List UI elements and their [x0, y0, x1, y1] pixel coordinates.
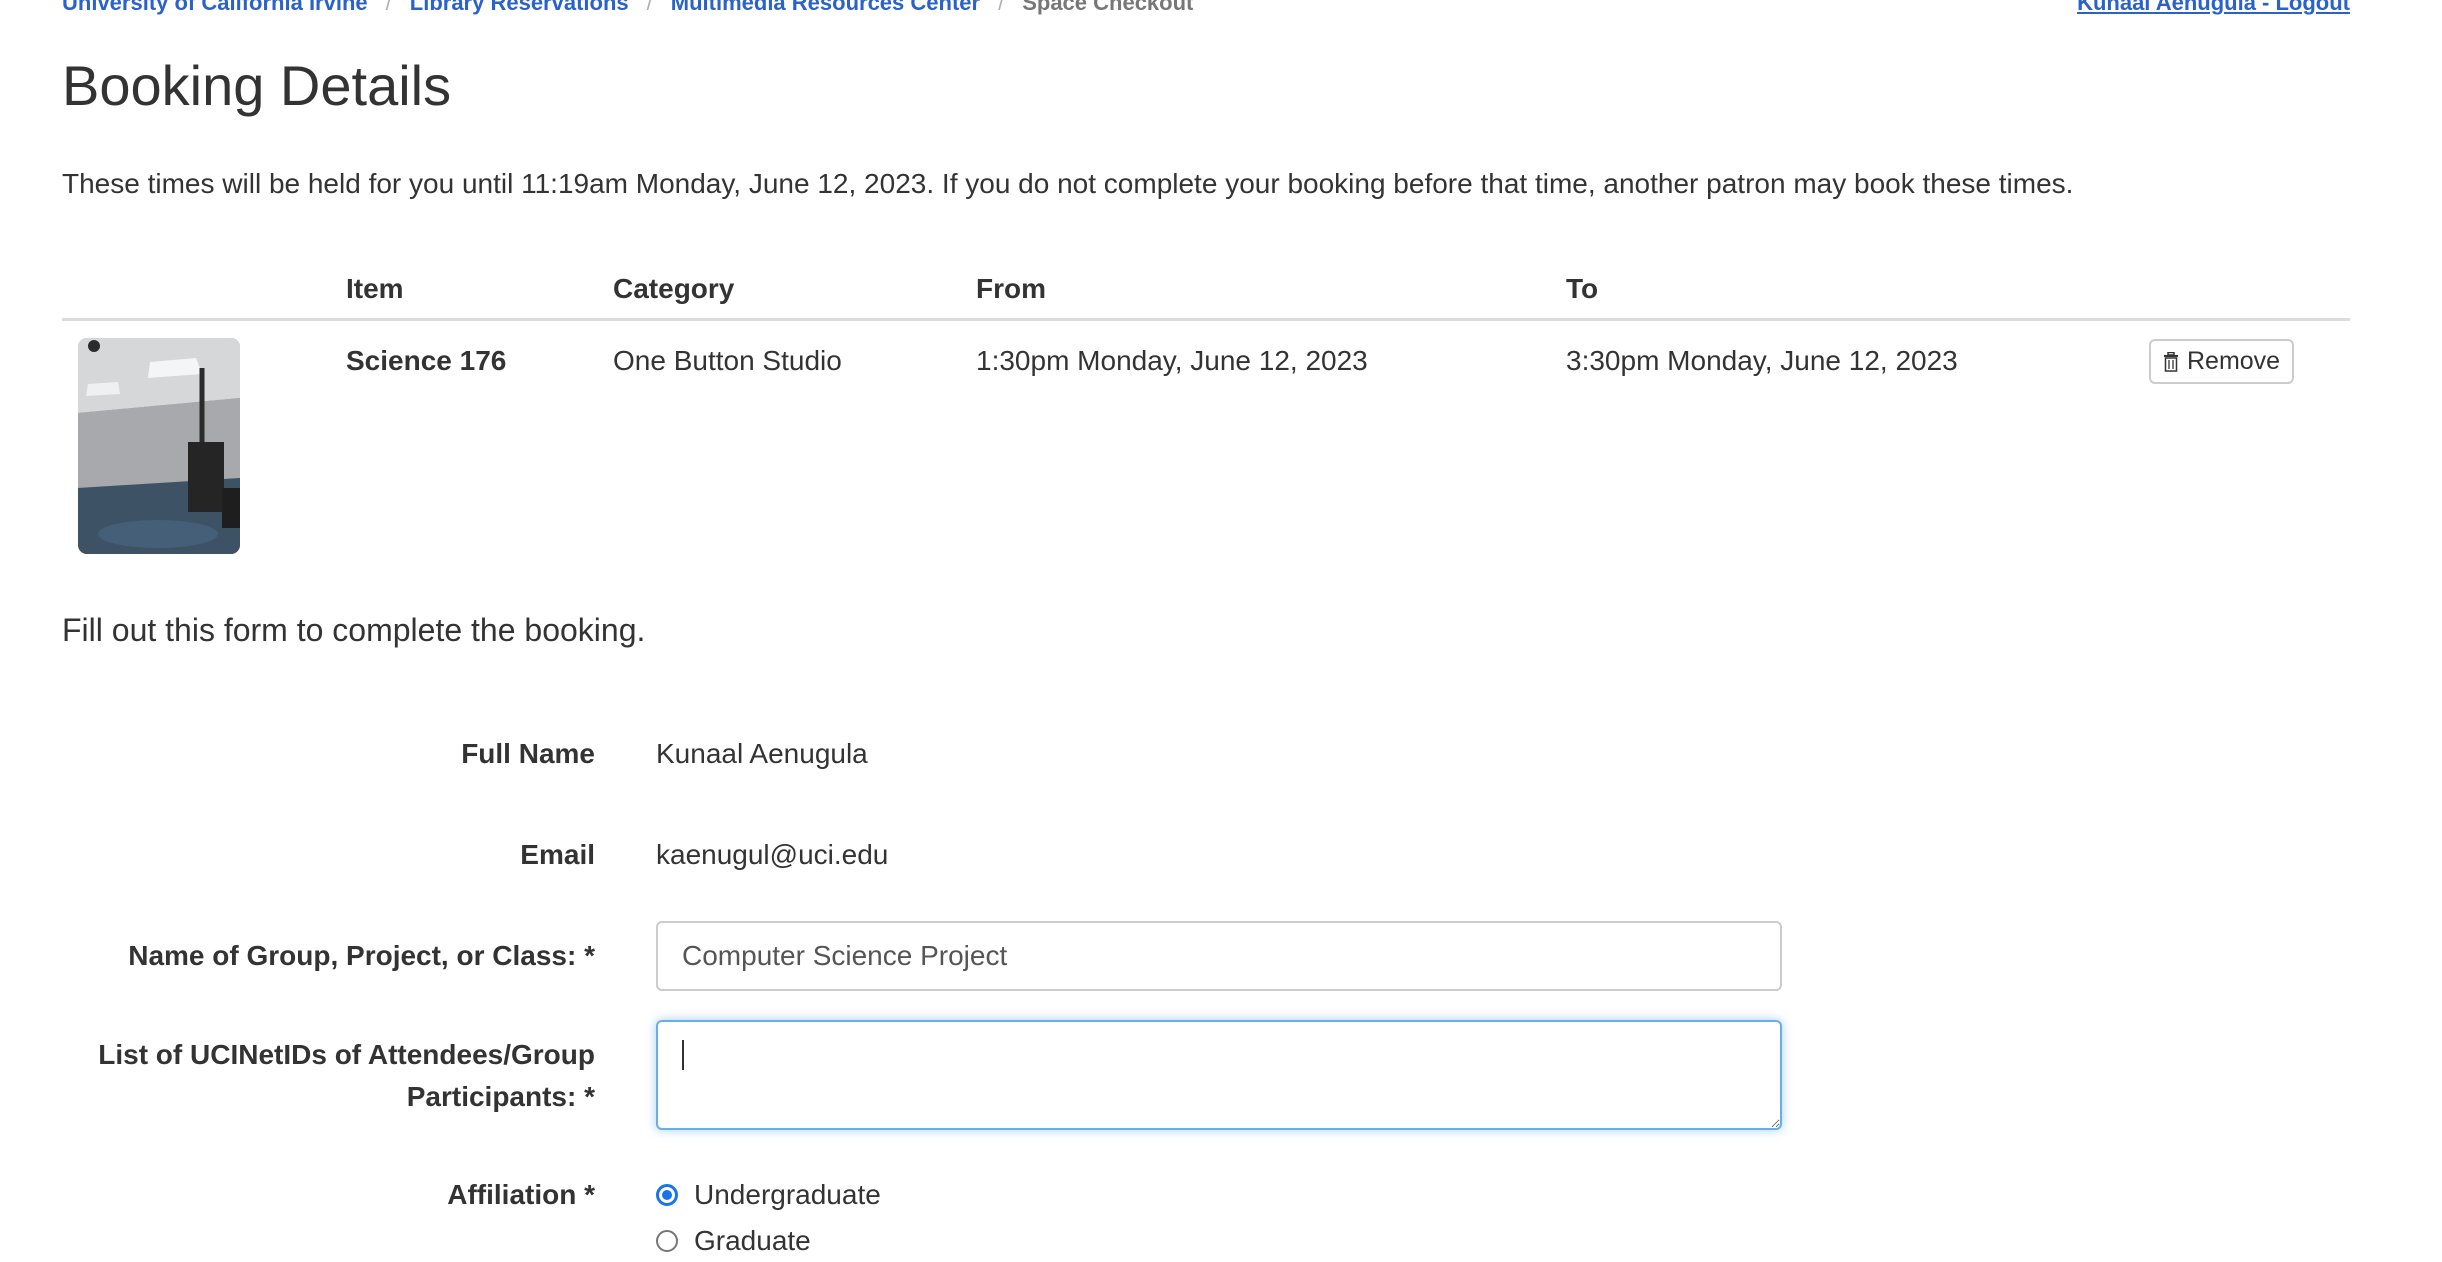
column-header-image	[62, 260, 346, 321]
form-intro: Fill out this form to complete the booki…	[62, 612, 646, 648]
breadcrumb-link-uci[interactable]: University of California Irvine	[62, 0, 368, 16]
trash-icon	[2164, 351, 2178, 372]
room-photo	[78, 338, 240, 554]
breadcrumb-current: Space Checkout	[1022, 0, 1194, 15]
breadcrumb-separator: /	[998, 0, 1005, 15]
item-name: Science 176	[346, 345, 507, 376]
item-category: One Button Studio	[613, 345, 842, 376]
full-name-value: Kunaal Aenugula	[656, 738, 868, 769]
affiliation-option-undergraduate[interactable]: Undergraduate	[656, 1174, 881, 1216]
email-label: Email	[520, 839, 595, 870]
affiliation-option-label: Graduate	[694, 1225, 811, 1256]
table-header-row: Item Category From To	[62, 260, 2350, 321]
breadcrumb-separator: /	[646, 0, 653, 15]
remove-button-label: Remove	[2187, 347, 2281, 375]
column-header-to: To	[1566, 260, 2122, 321]
page-title: Booking Details	[62, 54, 452, 117]
booking-table: Item Category From To Science 176 One Bu…	[62, 260, 2350, 585]
email-value: kaenugul@uci.edu	[656, 839, 889, 870]
full-name-label: Full Name	[461, 738, 595, 769]
radio-unselected-icon[interactable]	[656, 1230, 678, 1252]
affiliation-option-label: Undergraduate	[694, 1179, 881, 1210]
breadcrumb-link-multimedia-resources-center[interactable]: Multimedia Resources Center	[671, 0, 980, 16]
affiliation-option-graduate[interactable]: Graduate	[656, 1220, 811, 1262]
attendees-label: List of UCINetIDs of Attendees/Group Par…	[62, 1034, 595, 1118]
room-photo-cell	[62, 320, 346, 586]
breadcrumb-link-library-reservations[interactable]: Library Reservations	[410, 0, 629, 16]
user-logout-link[interactable]: Kunaal Aenugula - Logout	[2077, 0, 2350, 16]
attendees-label-line2: Participants: *	[406, 1081, 595, 1112]
column-header-actions	[2122, 260, 2350, 321]
group-name-input[interactable]	[656, 921, 1782, 991]
booking-from: 1:30pm Monday, June 12, 2023	[976, 345, 1368, 376]
hold-notice: These times will be held for you until 1…	[62, 168, 2074, 199]
top-bar: University of California Irvine / Librar…	[62, 0, 2350, 20]
attendees-textarea[interactable]	[656, 1020, 1782, 1130]
text-caret	[682, 1040, 684, 1070]
table-row: Science 176 One Button Studio 1:30pm Mon…	[62, 320, 2350, 586]
group-name-label: Name of Group, Project, or Class: *	[128, 940, 595, 971]
column-header-item: Item	[346, 260, 613, 321]
radio-selected-icon[interactable]	[656, 1184, 678, 1206]
booking-to: 3:30pm Monday, June 12, 2023	[1566, 345, 1958, 376]
breadcrumb-separator: /	[385, 0, 392, 15]
column-header-category: Category	[613, 260, 976, 321]
remove-button[interactable]: Remove	[2149, 339, 2295, 384]
column-header-from: From	[976, 260, 1566, 321]
actions-cell: Remove	[2122, 320, 2350, 586]
attendees-label-line1: List of UCINetIDs of Attendees/Group	[98, 1039, 595, 1070]
affiliation-label: Affiliation *	[447, 1179, 595, 1210]
breadcrumb: University of California Irvine / Librar…	[62, 0, 1193, 16]
